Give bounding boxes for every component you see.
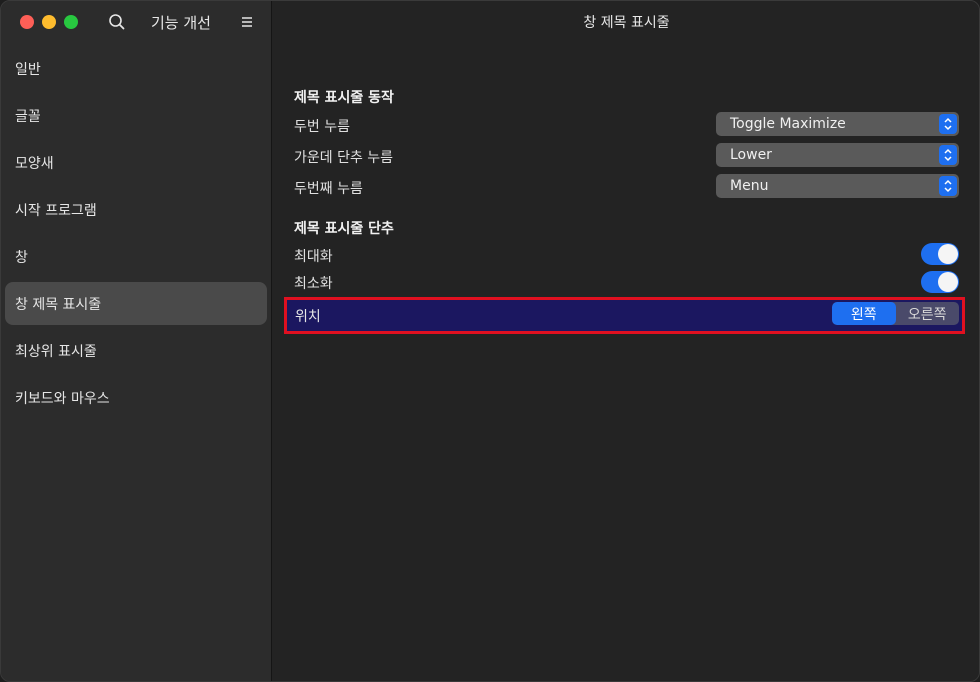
toggle-knob: [938, 244, 958, 264]
sidebar-item-label: 창: [15, 249, 28, 266]
sidebar-item-startup-apps[interactable]: 시작 프로그램: [5, 188, 267, 231]
secondary-click-value: Menu: [730, 178, 769, 194]
select-stepper-icon: [939, 114, 957, 134]
sidebar-item-label: 키보드와 마우스: [15, 390, 110, 407]
sidebar-item-label: 시작 프로그램: [15, 202, 97, 219]
double-click-select[interactable]: Toggle Maximize: [716, 112, 959, 136]
sidebar-item-label: 일반: [15, 61, 41, 78]
sidebar-item-label: 글꼴: [15, 108, 41, 125]
settings-window: 기능 개선 일반 글꼴 모양새 시작 프로그램 창 창 제목 표시줄 최상위 표…: [0, 0, 980, 682]
placement-right-option[interactable]: 오른쪽: [896, 302, 960, 325]
titlebar-buttons-header: 제목 표시줄 단추: [294, 221, 394, 237]
sidebar-item-fonts[interactable]: 글꼴: [5, 94, 267, 137]
sidebar-item-appearance[interactable]: 모양새: [5, 141, 267, 184]
sidebar-item-window-titlebars[interactable]: 창 제목 표시줄: [5, 282, 267, 325]
close-window-button[interactable]: [20, 15, 34, 29]
middle-click-value: Lower: [730, 147, 772, 163]
sidebar-item-top-bar[interactable]: 최상위 표시줄: [5, 329, 267, 372]
sidebar-item-keyboard-mouse[interactable]: 키보드와 마우스: [5, 376, 267, 419]
sidebar-item-label: 창 제목 표시줄: [15, 296, 102, 313]
double-click-value: Toggle Maximize: [730, 116, 846, 132]
middle-click-label: 가운데 단추 누름: [294, 150, 394, 166]
sidebar-item-label: 모양새: [15, 155, 54, 172]
page-title: 창 제목 표시줄: [583, 15, 670, 31]
minimize-toggle[interactable]: [921, 271, 959, 293]
hamburger-menu-icon[interactable]: [240, 14, 254, 28]
sidebar-nav: 일반 글꼴 모양새 시작 프로그램 창 창 제목 표시줄 최상위 표시줄 키보드…: [5, 47, 267, 423]
main-panel: 창 제목 표시줄 제목 표시줄 동작 두번 누름 Toggle Maximize…: [272, 1, 979, 681]
maximize-toggle[interactable]: [921, 243, 959, 265]
sidebar-item-general[interactable]: 일반: [5, 47, 267, 90]
minimize-label: 최소화: [294, 276, 333, 292]
middle-click-select[interactable]: Lower: [716, 143, 959, 167]
app-title: 기능 개선: [151, 14, 211, 32]
maximize-label: 최대화: [294, 249, 333, 265]
sidebar-item-windows[interactable]: 창: [5, 235, 267, 278]
placement-segmented-control: 왼쪽 오른쪽: [832, 302, 959, 325]
placement-label: 위치: [295, 309, 321, 325]
sidebar-item-label: 최상위 표시줄: [15, 343, 97, 360]
select-stepper-icon: [939, 176, 957, 196]
search-icon[interactable]: [107, 12, 127, 32]
sidebar-titlebar: 기능 개선: [1, 1, 272, 43]
select-stepper-icon: [939, 145, 957, 165]
double-click-label: 두번 누름: [294, 119, 350, 135]
sidebar: 기능 개선 일반 글꼴 모양새 시작 프로그램 창 창 제목 표시줄 최상위 표…: [1, 1, 272, 681]
titlebar-actions-header: 제목 표시줄 동작: [294, 90, 394, 106]
placement-row: 위치 왼쪽 오른쪽: [284, 297, 965, 334]
minimize-window-button[interactable]: [42, 15, 56, 29]
secondary-click-label: 두번째 누름: [294, 181, 363, 197]
toggle-knob: [938, 272, 958, 292]
placement-left-option[interactable]: 왼쪽: [832, 302, 896, 325]
maximize-window-button[interactable]: [64, 15, 78, 29]
secondary-click-select[interactable]: Menu: [716, 174, 959, 198]
